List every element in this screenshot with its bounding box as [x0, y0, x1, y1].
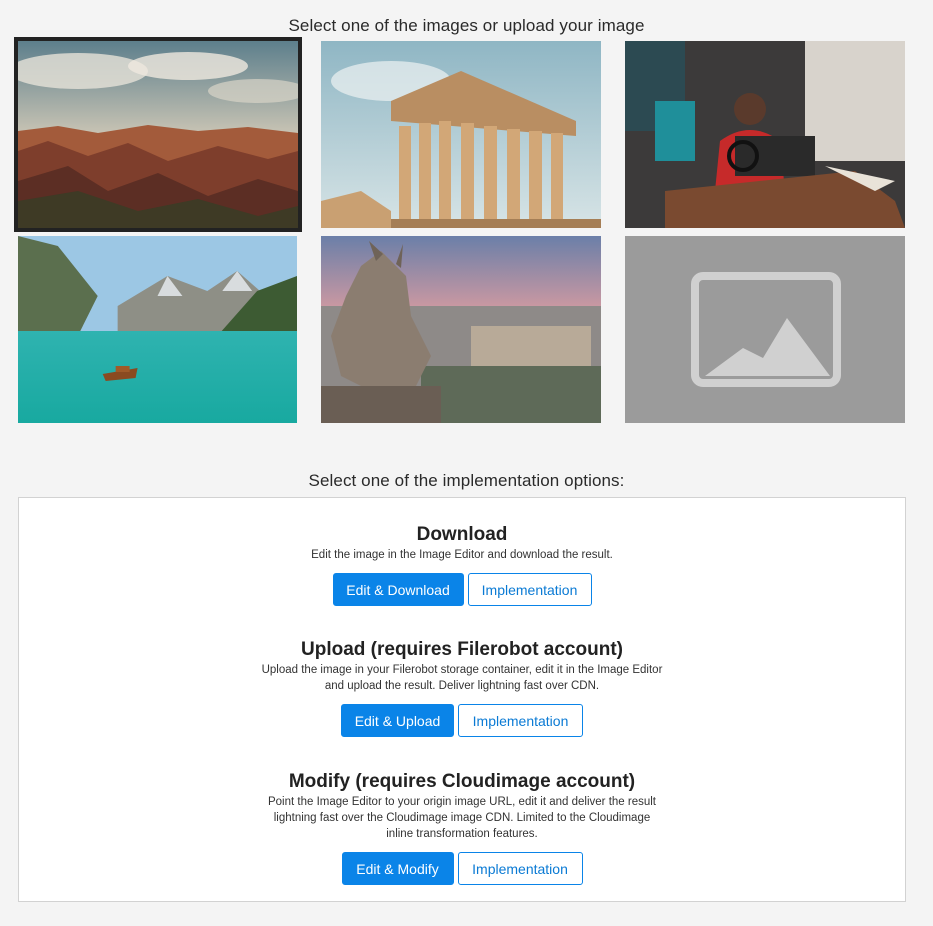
option-description: Edit the image in the Image Editor and d…: [19, 547, 905, 563]
image-thumb-gargoyle[interactable]: [321, 236, 601, 423]
option-modify: Modify (requires Cloudimage account) Poi…: [19, 771, 905, 885]
option-title: Upload (requires Filerobot account): [301, 639, 623, 660]
image-thumb-sewing[interactable]: [625, 41, 905, 228]
parthenon-ruins-image: [321, 41, 601, 228]
option-desc-line: Point the Image Editor to your origin im…: [267, 796, 656, 808]
edit-modify-button[interactable]: Edit & Modify: [341, 852, 454, 885]
option-download: Download Edit the image in the Image Edi…: [19, 524, 905, 606]
option-desc-line: inline transformation features.: [386, 828, 538, 840]
edit-download-button[interactable]: Edit & Download: [332, 573, 464, 606]
implementation-button-upload[interactable]: Implementation: [458, 704, 583, 737]
implementation-options-panel: Download Edit the image in the Image Edi…: [18, 497, 906, 902]
option-desc-line: lightning fast over the Cloudimage image…: [273, 812, 651, 824]
option-desc-line: Upload the image in your Filerobot stora…: [261, 664, 663, 676]
edit-upload-button[interactable]: Edit & Upload: [341, 704, 454, 737]
options-heading: Select one of the implementation options…: [308, 471, 625, 490]
option-description: Upload the image in your Filerobot stora…: [19, 662, 905, 694]
option-buttons: Edit & Download Implementation: [19, 573, 905, 606]
implementation-button-download[interactable]: Implementation: [467, 573, 592, 606]
image-thumb-lake[interactable]: [18, 236, 297, 423]
option-buttons: Edit & Upload Implementation: [19, 704, 905, 737]
option-title: Download: [416, 524, 508, 545]
woman-sewing-image: [625, 41, 905, 228]
option-description: Point the Image Editor to your origin im…: [19, 794, 905, 842]
gargoyle-paris-sunset-image: [321, 236, 601, 423]
images-heading: Select one of the images or upload your …: [288, 16, 645, 35]
canyon-landscape-image: [18, 41, 298, 228]
option-buttons: Edit & Modify Implementation: [19, 852, 905, 885]
upload-image-placeholder-icon: [625, 236, 905, 423]
option-upload: Upload (requires Filerobot account) Uplo…: [19, 639, 905, 737]
option-title: Modify (requires Cloudimage account): [288, 771, 636, 792]
image-thumb-canyon[interactable]: [14, 37, 302, 232]
option-desc-line: and upload the result. Deliver lightning…: [324, 680, 600, 692]
upload-image-tile[interactable]: [625, 236, 905, 423]
implementation-button-modify[interactable]: Implementation: [457, 852, 583, 885]
option-desc-line: Edit the image in the Image Editor and d…: [311, 549, 613, 561]
image-thumb-parthenon[interactable]: [321, 41, 601, 228]
mountain-lake-boat-image: [18, 236, 297, 423]
